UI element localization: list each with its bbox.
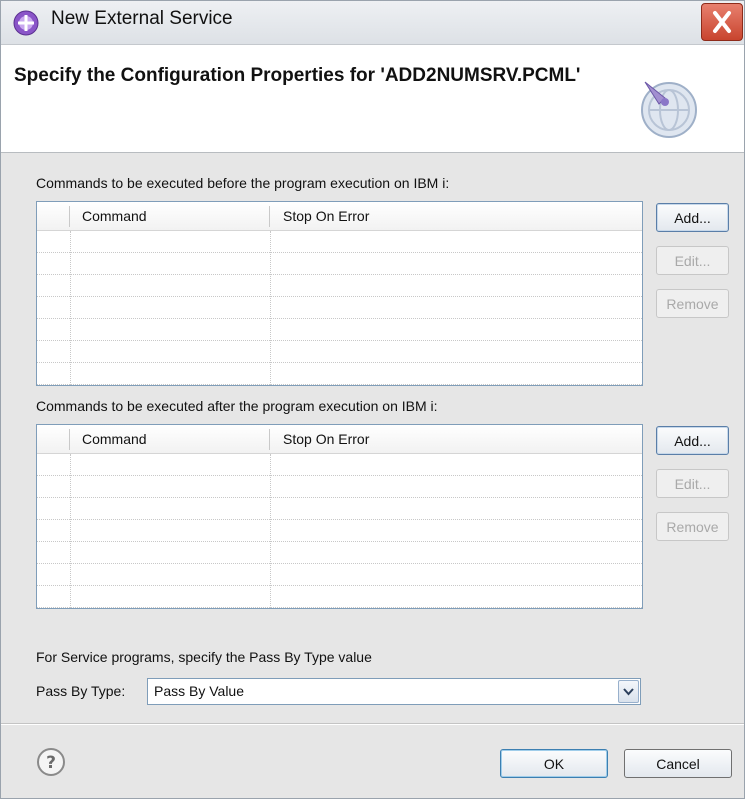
- table-header: Command Stop On Error: [37, 425, 642, 454]
- cancel-button[interactable]: Cancel: [624, 749, 732, 778]
- close-button[interactable]: [701, 3, 743, 41]
- before-commands-table[interactable]: Command Stop On Error: [36, 201, 643, 386]
- column-header-command[interactable]: Command: [82, 431, 147, 447]
- plugin-icon: [13, 10, 39, 36]
- window-title: New External Service: [51, 8, 233, 29]
- title-bar[interactable]: New External Service: [1, 1, 744, 45]
- after-edit-button[interactable]: Edit...: [656, 469, 729, 498]
- table-row[interactable]: [37, 231, 642, 253]
- ok-button[interactable]: OK: [500, 749, 608, 778]
- column-header-stop-on-error[interactable]: Stop On Error: [283, 431, 369, 447]
- header-divider: [69, 429, 70, 450]
- table-row[interactable]: [37, 275, 642, 297]
- table-row[interactable]: [37, 542, 642, 564]
- table-row[interactable]: [37, 341, 642, 363]
- table-row[interactable]: [37, 564, 642, 586]
- after-add-button[interactable]: Add...: [656, 426, 729, 455]
- column-header-command[interactable]: Command: [82, 208, 147, 224]
- before-remove-button[interactable]: Remove: [656, 289, 729, 318]
- after-remove-button[interactable]: Remove: [656, 512, 729, 541]
- column-header-stop-on-error[interactable]: Stop On Error: [283, 208, 369, 224]
- close-icon: [713, 11, 731, 33]
- before-commands-label: Commands to be executed before the progr…: [36, 175, 450, 191]
- pass-by-description: For Service programs, specify the Pass B…: [36, 649, 372, 665]
- table-row[interactable]: [37, 476, 642, 498]
- pass-by-type-select[interactable]: Pass By Value: [147, 678, 641, 705]
- table-row[interactable]: [37, 297, 642, 319]
- wizard-banner: Specify the Configuration Properties for…: [1, 45, 744, 153]
- table-row[interactable]: [37, 586, 642, 608]
- pass-by-type-value: Pass By Value: [154, 683, 245, 699]
- table-row[interactable]: [37, 454, 642, 476]
- after-commands-table[interactable]: Command Stop On Error: [36, 424, 643, 609]
- wizard-globe-icon: [641, 81, 697, 138]
- new-external-service-dialog: New External Service Specify the Configu…: [0, 0, 745, 799]
- help-icon[interactable]: ?: [36, 747, 66, 777]
- page-title: Specify the Configuration Properties for…: [14, 65, 581, 86]
- table-row[interactable]: [37, 363, 642, 385]
- pass-by-type-label: Pass By Type:: [36, 683, 126, 699]
- table-row[interactable]: [37, 498, 642, 520]
- table-row[interactable]: [37, 319, 642, 341]
- chevron-down-icon: [623, 687, 634, 695]
- footer-separator: [1, 723, 744, 725]
- header-divider: [269, 206, 270, 227]
- table-row[interactable]: [37, 520, 642, 542]
- table-header: Command Stop On Error: [37, 202, 642, 231]
- before-edit-button[interactable]: Edit...: [656, 246, 729, 275]
- before-add-button[interactable]: Add...: [656, 203, 729, 232]
- header-divider: [269, 429, 270, 450]
- header-divider: [69, 206, 70, 227]
- dropdown-button[interactable]: [618, 680, 639, 703]
- svg-text:?: ?: [46, 753, 56, 773]
- after-commands-label: Commands to be executed after the progra…: [36, 398, 438, 414]
- table-row[interactable]: [37, 253, 642, 275]
